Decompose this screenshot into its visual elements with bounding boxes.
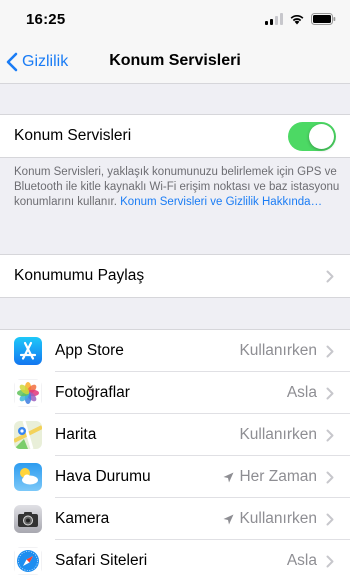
app-row-weather[interactable]: Hava Durumu Her Zaman [0, 456, 350, 498]
location-services-label: Konum Servisleri [14, 127, 132, 144]
app-name: Hava Durumu [55, 468, 151, 485]
chevron-right-icon [326, 429, 334, 442]
signal-icon [265, 13, 283, 25]
status-icons [265, 12, 336, 26]
share-location-label: Konumumu Paylaş [14, 267, 145, 284]
location-services-toggle[interactable] [288, 122, 336, 151]
location-arrow-icon [223, 514, 234, 524]
app-permission: Asla [286, 552, 317, 569]
chevron-right-icon [326, 270, 334, 283]
share-location-row[interactable]: Konumumu Paylaş [0, 255, 350, 297]
chevron-right-icon [326, 555, 334, 568]
wifi-icon [289, 13, 305, 25]
photos-icon [14, 379, 42, 407]
app-row-maps[interactable]: Harita Kullanırken [0, 414, 350, 456]
app-name: Harita [55, 426, 97, 443]
navigation-bar: Gizlilik Konum Servisleri [0, 40, 350, 84]
app-permission: Asla [286, 384, 317, 401]
chevron-right-icon [326, 387, 334, 400]
chevron-right-icon [326, 345, 334, 358]
app-row-app-store[interactable]: App Store Kullanırken [0, 330, 350, 372]
camera-icon [14, 505, 42, 533]
app-store-icon [14, 337, 42, 365]
app-permission: Kullanırken [239, 342, 317, 359]
toggle-knob [309, 124, 334, 149]
app-list: App Store Kullanırken Fotoğraflar Asla H… [0, 329, 350, 576]
app-name: App Store [55, 342, 124, 359]
location-services-section: Konum Servisleri [0, 114, 350, 158]
location-services-row: Konum Servisleri [0, 115, 350, 157]
status-bar: 16:25 [0, 0, 350, 40]
location-services-description: Konum Servisleri, yaklaşık konumunuzu be… [14, 165, 340, 210]
chevron-right-icon [326, 471, 334, 484]
location-arrow-icon [223, 472, 234, 482]
app-row-camera[interactable]: Kamera Kullanırken [0, 498, 350, 540]
app-row-safari[interactable]: Safari Siteleri Asla [0, 540, 350, 576]
page-title: Konum Servisleri [109, 52, 241, 69]
share-location-section: Konumumu Paylaş [0, 254, 350, 298]
battery-icon [311, 13, 336, 25]
weather-icon [14, 463, 42, 491]
chevron-right-icon [326, 513, 334, 526]
app-name: Safari Siteleri [55, 552, 148, 569]
app-row-photos[interactable]: Fotoğraflar Asla [0, 372, 350, 414]
app-permission: Kullanırken [239, 426, 317, 443]
status-time: 16:25 [26, 11, 66, 28]
app-permission: Kullanırken [223, 510, 317, 528]
app-name: Fotoğraflar [55, 384, 130, 401]
maps-icon [14, 421, 42, 449]
privacy-link[interactable]: Konum Servisleri ve Gizlilik Hakkında… [120, 196, 322, 208]
safari-icon [14, 547, 42, 575]
app-name: Kamera [55, 510, 110, 527]
app-permission: Her Zaman [223, 468, 317, 486]
